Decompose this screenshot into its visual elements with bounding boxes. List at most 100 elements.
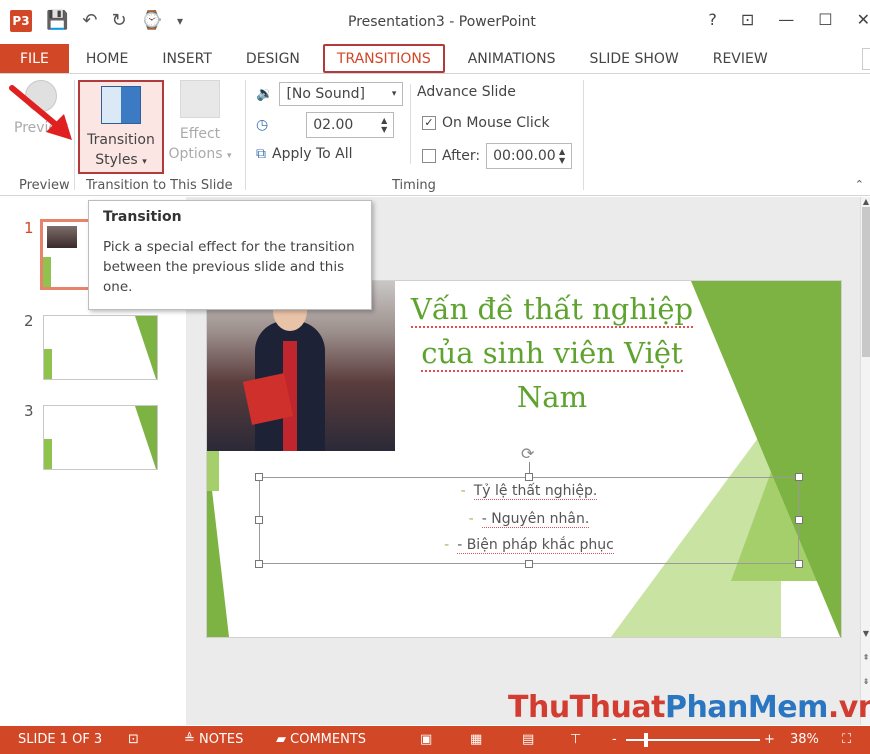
- rotate-handle-icon[interactable]: ⟳: [521, 444, 534, 463]
- slide-title[interactable]: Vấn đề thất nghiệp của sinh viên Việt Na…: [397, 287, 707, 419]
- transition-styles-button[interactable]: Transition Styles ▾: [78, 80, 164, 174]
- prev-slide-icon[interactable]: ⇞: [861, 653, 870, 662]
- on-mouse-click-label: On Mouse Click: [442, 115, 550, 131]
- tab-insert[interactable]: INSERT: [145, 44, 229, 73]
- tab-scroll[interactable]: [862, 48, 870, 70]
- thumbnail-shape: [135, 316, 157, 379]
- group-label-transition: Transition to This Slide: [86, 178, 233, 193]
- after-checkbox[interactable]: [422, 149, 436, 163]
- window-controls: ? ⊡ — ☐ ✕: [708, 10, 870, 29]
- after-stepper[interactable]: 00:00.00 ▲ ▼: [486, 143, 573, 169]
- apply-all-button[interactable]: ⧉ Apply To All: [256, 146, 353, 162]
- resize-handle[interactable]: [525, 473, 533, 481]
- bullet-item: - Tỷ lệ thất nghiệp.: [260, 483, 798, 500]
- resize-handle[interactable]: [255, 560, 263, 568]
- tooltip-title: Transition: [103, 209, 182, 225]
- tab-file[interactable]: FILE: [0, 44, 69, 73]
- content-placeholder[interactable]: - Tỷ lệ thất nghiệp. -- Nguyên nhân. -- B…: [259, 477, 799, 564]
- save-icon[interactable]: 💾: [46, 10, 68, 32]
- zoom-slider-thumb[interactable]: [644, 733, 648, 747]
- ribbon-tabs: FILE HOME INSERT DESIGN TRANSITIONS ANIM…: [0, 44, 870, 74]
- thumbnail-shape: [44, 439, 52, 469]
- bullet-icon: -: [468, 511, 474, 527]
- redo-icon[interactable]: ↻: [112, 10, 127, 32]
- spell-check-icon[interactable]: ⊡: [128, 732, 139, 747]
- group-separator: [583, 80, 584, 190]
- tab-home[interactable]: HOME: [69, 44, 145, 73]
- spin-arrows-icon: ▲ ▼: [381, 116, 388, 134]
- group-label-timing: Timing: [392, 178, 436, 193]
- resize-handle[interactable]: [795, 473, 803, 481]
- tab-animations[interactable]: ANIMATIONS: [451, 44, 573, 73]
- transition-styles-label-2: Styles: [95, 152, 138, 168]
- resize-handle[interactable]: [525, 560, 533, 568]
- resize-handle[interactable]: [795, 516, 803, 524]
- group-separator: [245, 80, 246, 190]
- slide-thumbnail-3[interactable]: [43, 405, 158, 470]
- comments-button[interactable]: ▰ COMMENTS: [276, 732, 366, 747]
- watermark-part: ThuThuat: [508, 690, 665, 725]
- status-bar: SLIDE 1 OF 3 ⊡ ≜ NOTES ▰ COMMENTS ▣ ▦ ▤ …: [0, 726, 870, 754]
- resize-handle[interactable]: [255, 516, 263, 524]
- on-mouse-click-row: ✓ On Mouse Click: [422, 115, 550, 131]
- customize-qat-icon[interactable]: ▾: [177, 10, 183, 32]
- tab-transitions[interactable]: TRANSITIONS: [322, 44, 445, 73]
- help-icon[interactable]: ?: [708, 10, 717, 29]
- bullet-icon: -: [460, 483, 466, 499]
- bullet-item: -- Nguyên nhân.: [260, 511, 798, 528]
- tab-slide-show[interactable]: SLIDE SHOW: [573, 44, 696, 73]
- vertical-scrollbar[interactable]: ▲ ▼ ⇞ ⇟: [860, 197, 870, 725]
- sound-select[interactable]: [No Sound] ▾: [279, 82, 404, 106]
- bullet-text: Tỷ lệ thất nghiệp.: [473, 483, 598, 500]
- spin-arrows-icon: ▲ ▼: [558, 147, 566, 165]
- transition-tooltip: Transition Pick a special effect for the…: [88, 200, 372, 310]
- next-slide-icon[interactable]: ⇟: [861, 677, 870, 686]
- decor-shape: [691, 281, 841, 637]
- zoom-level[interactable]: 38%: [790, 732, 819, 747]
- slide-thumbnail-2[interactable]: [43, 315, 158, 380]
- duration-stepper[interactable]: 02.00 ▲ ▼: [306, 112, 395, 138]
- scrollbar-thumb[interactable]: [862, 207, 870, 357]
- zoom-out-button[interactable]: -: [612, 732, 617, 747]
- slideshow-view-icon[interactable]: ⊤: [570, 732, 581, 747]
- slide-number: 1: [24, 219, 34, 237]
- collapse-ribbon-icon[interactable]: ⌃: [855, 178, 864, 191]
- slide-title-line: của sinh viên Việt: [421, 336, 683, 372]
- fit-slide-icon[interactable]: ⛶: [842, 732, 851, 747]
- scroll-up-icon[interactable]: ▲: [861, 197, 870, 206]
- reading-view-icon[interactable]: ▤: [522, 732, 534, 747]
- resize-handle[interactable]: [255, 473, 263, 481]
- slide-number: 3: [24, 402, 34, 420]
- close-icon[interactable]: ✕: [857, 10, 870, 29]
- notes-label: NOTES: [199, 732, 244, 747]
- undo-icon[interactable]: ↶: [82, 10, 97, 32]
- dropdown-caret-icon: ▾: [142, 157, 147, 167]
- on-mouse-click-checkbox[interactable]: ✓: [422, 116, 436, 130]
- bullet-text: - Biện pháp khắc phục: [457, 537, 614, 554]
- slide-sorter-icon[interactable]: ▦: [470, 732, 482, 747]
- ribbon-display-icon[interactable]: ⊡: [741, 10, 754, 29]
- apply-all-label: Apply To All: [272, 146, 353, 162]
- transition-styles-label-1: Transition: [87, 132, 155, 148]
- resize-handle[interactable]: [795, 560, 803, 568]
- slide-title-line: Vấn đề thất nghiệp: [410, 292, 694, 328]
- transition-styles-icon: [101, 86, 141, 124]
- duration-value: 02.00: [313, 117, 354, 133]
- tab-review[interactable]: REVIEW: [696, 44, 785, 73]
- advance-slide-label: Advance Slide: [417, 84, 516, 100]
- notes-button[interactable]: ≜ NOTES: [184, 732, 243, 747]
- tab-design[interactable]: DESIGN: [229, 44, 317, 73]
- photo-detail: [242, 373, 294, 425]
- maximize-icon[interactable]: ☐: [818, 10, 832, 29]
- present-icon[interactable]: ⌚: [141, 10, 163, 32]
- minimize-icon[interactable]: —: [778, 10, 794, 29]
- apply-all-icon: ⧉: [256, 146, 266, 162]
- effect-options-button[interactable]: Effect Options ▾: [166, 80, 234, 166]
- normal-view-icon[interactable]: ▣: [420, 732, 432, 747]
- after-label: After:: [442, 148, 481, 164]
- zoom-in-button[interactable]: +: [764, 732, 775, 747]
- thumbnail-shape: [44, 349, 52, 379]
- comments-label: COMMENTS: [290, 732, 367, 747]
- scroll-down-icon[interactable]: ▼: [861, 629, 870, 638]
- tooltip-body: Pick a special effect for the transition…: [103, 239, 355, 295]
